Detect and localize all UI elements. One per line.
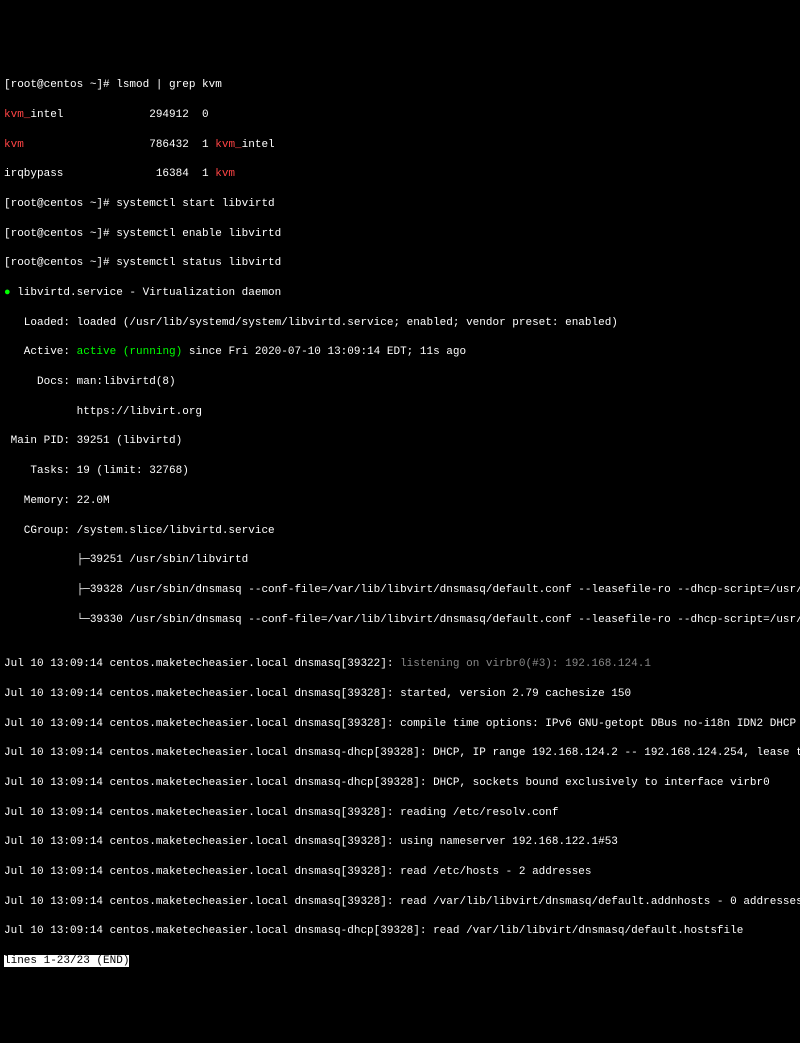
pager-status[interactable]: lines 1-23/23 (END): [4, 955, 129, 967]
status-cgroup: CGroup: /system.slice/libvirtd.service: [4, 524, 796, 539]
command-line: [root@centos ~]# systemctl start libvirt…: [4, 197, 796, 212]
log-line: Jul 10 13:09:14 centos.maketecheasier.lo…: [4, 924, 796, 939]
status-docs: https://libvirt.org: [4, 405, 796, 420]
cgroup-process: ├─39251 /usr/sbin/libvirtd: [4, 553, 796, 568]
log-line: Jul 10 13:09:14 centos.maketecheasier.lo…: [4, 865, 796, 880]
command-line: [root@centos ~]# systemctl status libvir…: [4, 256, 796, 271]
lsmod-row: kvm_intel 294912 0: [4, 108, 796, 123]
log-line: Jul 10 13:09:14 centos.maketecheasier.lo…: [4, 717, 796, 732]
cgroup-process: └─39330 /usr/sbin/dnsmasq --conf-file=/v…: [4, 613, 796, 628]
log-line: Jul 10 13:09:14 centos.maketecheasier.lo…: [4, 687, 796, 702]
status-memory: Memory: 22.0M: [4, 494, 796, 509]
status-active: Active: active (running) since Fri 2020-…: [4, 345, 796, 360]
log-line: Jul 10 13:09:14 centos.maketecheasier.lo…: [4, 657, 796, 672]
lsmod-row: irqbypass 16384 1 kvm: [4, 167, 796, 182]
log-line: Jul 10 13:09:14 centos.maketecheasier.lo…: [4, 776, 796, 791]
status-loaded: Loaded: loaded (/usr/lib/systemd/system/…: [4, 316, 796, 331]
log-line: Jul 10 13:09:14 centos.maketecheasier.lo…: [4, 835, 796, 850]
command-line: [root@centos ~]# lsmod | grep kvm: [4, 78, 796, 93]
lsmod-row: kvm 786432 1 kvm_intel: [4, 138, 796, 153]
command-line: [root@centos ~]# systemctl enable libvir…: [4, 227, 796, 242]
status-tasks: Tasks: 19 (limit: 32768): [4, 464, 796, 479]
status-mainpid: Main PID: 39251 (libvirtd): [4, 434, 796, 449]
log-line: Jul 10 13:09:14 centos.maketecheasier.lo…: [4, 806, 796, 821]
status-docs: Docs: man:libvirtd(8): [4, 375, 796, 390]
log-line: Jul 10 13:09:14 centos.maketecheasier.lo…: [4, 746, 796, 761]
status-header: ● libvirtd.service - Virtualization daem…: [4, 286, 796, 301]
log-line: Jul 10 13:09:14 centos.maketecheasier.lo…: [4, 895, 796, 910]
cgroup-process: ├─39328 /usr/sbin/dnsmasq --conf-file=/v…: [4, 583, 796, 598]
terminal-output[interactable]: [root@centos ~]# lsmod | grep kvm kvm_in…: [4, 63, 796, 968]
